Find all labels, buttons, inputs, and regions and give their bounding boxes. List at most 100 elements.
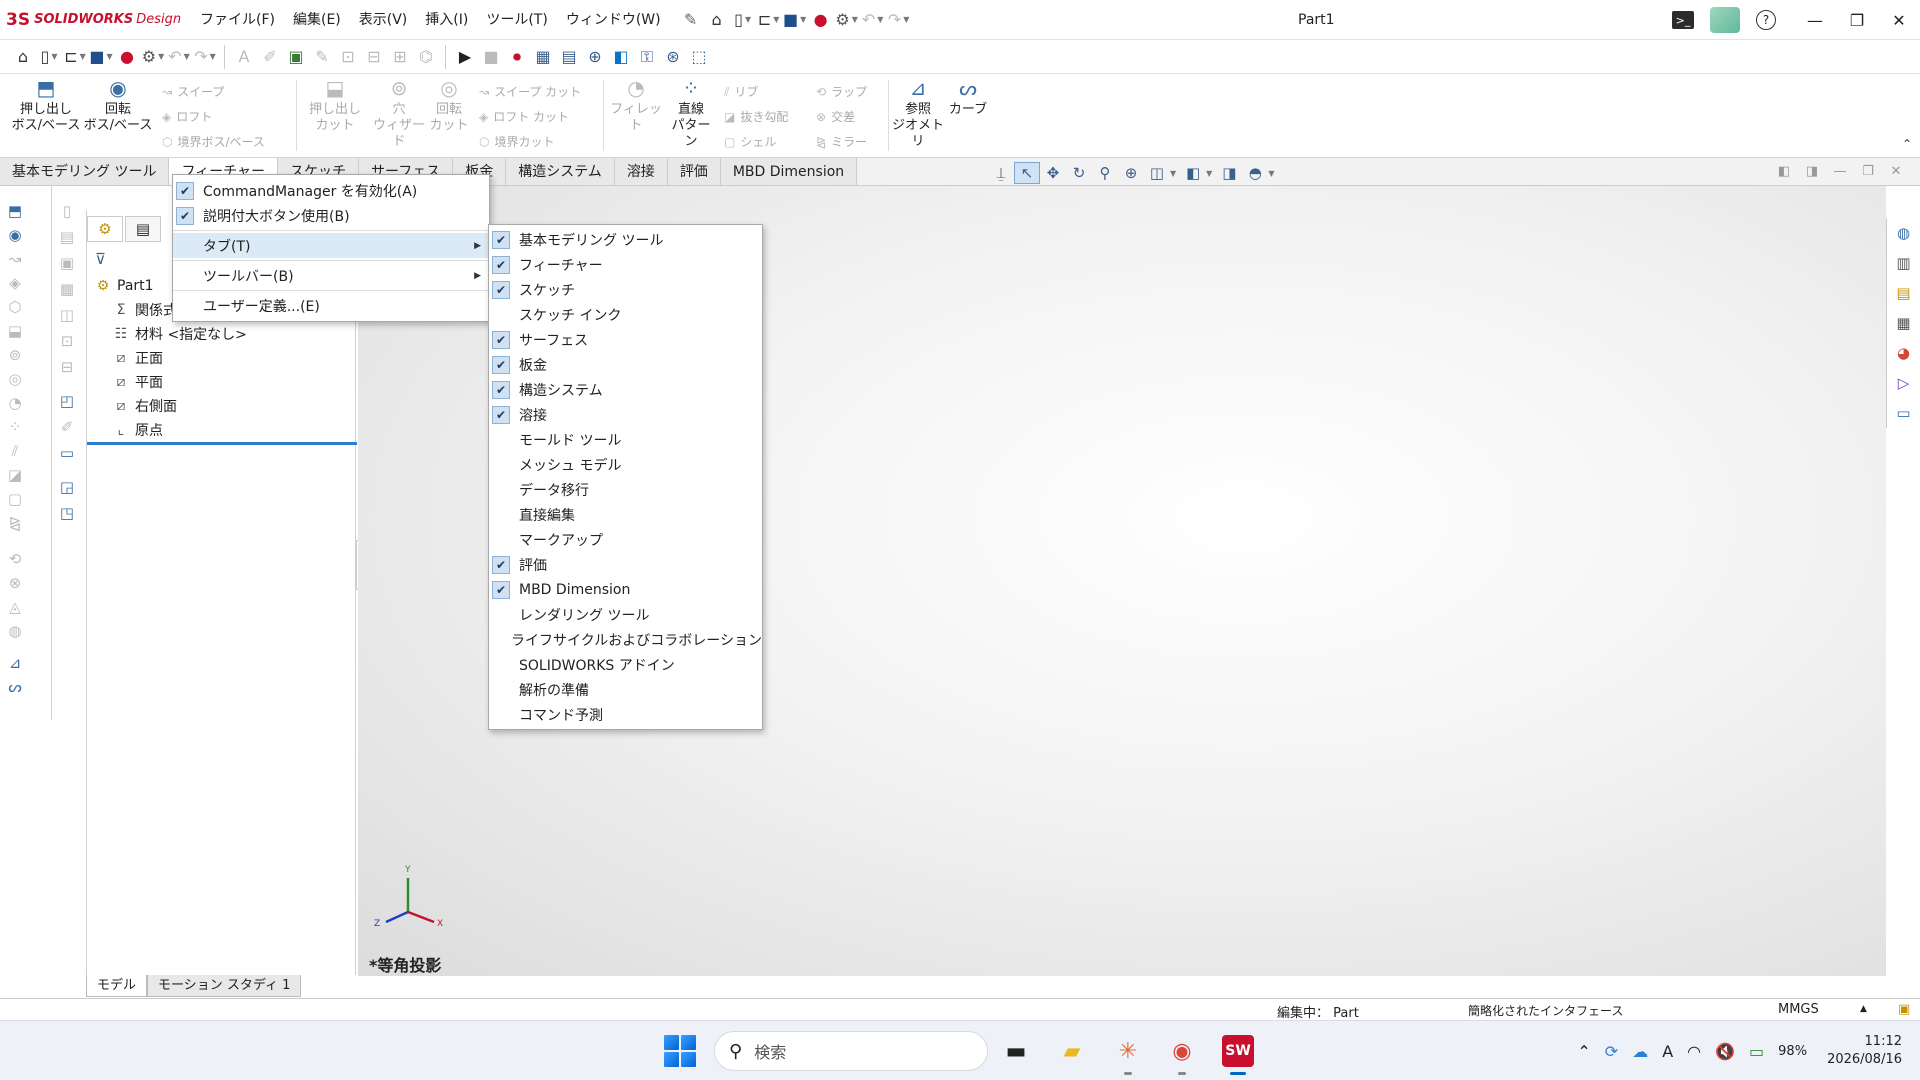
- fillet-icon[interactable]: ◔: [4, 392, 26, 414]
- save-icon[interactable]: ■ ▼: [88, 44, 114, 70]
- revolve-cut-icon[interactable]: ◎: [4, 368, 26, 390]
- mirror-button[interactable]: ⧎ ミラー: [816, 130, 886, 155]
- sketch-tool-icon[interactable]: ✐: [56, 416, 78, 438]
- sketch-tool-icon[interactable]: ⊡: [56, 330, 78, 352]
- cloud-icon[interactable]: ☁: [1632, 1042, 1648, 1061]
- task-view-icon[interactable]: ▬: [996, 1031, 1036, 1071]
- macro-icon[interactable]: ▤: [556, 44, 582, 70]
- home-icon[interactable]: ⌂: [10, 44, 36, 70]
- split-icon[interactable]: ◬: [4, 596, 26, 618]
- component-icon[interactable]: ◳: [56, 502, 78, 524]
- doc-restore-icon[interactable]: ❐: [1854, 164, 1882, 179]
- dropdown-caret-icon[interactable]: ▼: [1206, 169, 1212, 178]
- menu-item-toolbars[interactable]: ツールバー(B) ▶: [173, 263, 489, 288]
- forum-icon[interactable]: ▭: [1889, 398, 1919, 428]
- appearances-icon[interactable]: ◕: [1889, 338, 1919, 368]
- menu-view[interactable]: 表示(V): [350, 0, 417, 40]
- tab-weldments[interactable]: 溶接: [614, 158, 668, 185]
- shell-icon[interactable]: ▢: [4, 488, 26, 510]
- appearance-icon[interactable]: ◓: [1242, 162, 1268, 184]
- tab-toggle-analysis-preparation[interactable]: 解析の準備: [489, 677, 762, 702]
- rotate-icon[interactable]: ↻: [1066, 162, 1092, 184]
- tab-basic-modeling[interactable]: 基本モデリング ツール: [0, 158, 170, 185]
- user-avatar[interactable]: [1710, 7, 1740, 33]
- filter-icon[interactable]: ⊽: [95, 250, 106, 268]
- rebuild-icon[interactable]: ▣: [1898, 1002, 1910, 1017]
- curves-icon[interactable]: ᔕ: [4, 676, 26, 698]
- section-view-icon[interactable]: ◨: [1216, 162, 1242, 184]
- ime-icon[interactable]: A: [1662, 1042, 1673, 1061]
- shell-button[interactable]: ▢ シェル: [724, 130, 808, 155]
- revolve-boss-button[interactable]: ◉ 回転 ボス/ベース: [82, 74, 154, 157]
- wrap-button[interactable]: ⟲ ラップ: [816, 80, 886, 105]
- solidworks-resources-icon[interactable]: ◍: [1889, 218, 1919, 248]
- tab-toggle-surfaces[interactable]: ✔ サーフェス: [489, 327, 762, 352]
- sketch-tool-icon[interactable]: ⊞: [387, 44, 413, 70]
- sketch-tool-icon[interactable]: ⊡: [335, 44, 361, 70]
- tab-toggle-weldments[interactable]: ✔ 溶接: [489, 402, 762, 427]
- sketch-tool-icon[interactable]: ⌬: [413, 44, 439, 70]
- save-icon[interactable]: ■ ▼: [782, 7, 808, 33]
- zoom-to-area-icon[interactable]: ⊕: [1118, 162, 1144, 184]
- solidworks-logo[interactable]: 3S SOLIDWORKS Design: [6, 10, 181, 30]
- sketch-tool-icon[interactable]: ⊟: [361, 44, 387, 70]
- sweep-cut-button[interactable]: ↝ スイープ カット: [479, 80, 601, 105]
- options-gear-icon[interactable]: ⚙ ▼: [834, 7, 860, 33]
- display-style-icon[interactable]: ◧: [1180, 162, 1206, 184]
- tab-toggle-sheet-metal[interactable]: ✔ 板金: [489, 352, 762, 377]
- intersect-icon[interactable]: ⊗: [4, 572, 26, 594]
- loft-icon[interactable]: ◈: [4, 272, 26, 294]
- pin-icon[interactable]: ✎: [678, 7, 704, 33]
- draft-button[interactable]: ◪ 抜き勾配: [724, 105, 808, 130]
- tree-item-top-plane[interactable]: ⧄ 平面: [87, 370, 357, 394]
- minimize-button[interactable]: —: [1794, 11, 1836, 30]
- sketch-tool-icon[interactable]: ✎: [309, 44, 335, 70]
- tab-toggle-features[interactable]: ✔ フィーチャー: [489, 252, 762, 277]
- tab-toggle-solidworks-addins[interactable]: SOLIDWORKS アドイン: [489, 652, 762, 677]
- macro-button-icon[interactable]: ◧: [608, 44, 634, 70]
- customize-icon[interactable]: ⚿: [634, 44, 660, 70]
- record-icon[interactable]: ⏺: [504, 44, 530, 70]
- reference-geometry-icon[interactable]: ⊿: [4, 652, 26, 674]
- tree-item-origin[interactable]: ⌞ 原点: [87, 418, 357, 442]
- display-icon[interactable]: ▭: [56, 442, 78, 464]
- open-folder-icon[interactable]: ⊏ ▼: [756, 7, 782, 33]
- sketch-tool-icon[interactable]: ▤: [56, 226, 78, 248]
- extrude-cut-icon[interactable]: ⬓: [4, 320, 26, 342]
- file-explorer-app-icon[interactable]: ▰: [1052, 1031, 1092, 1071]
- home-icon[interactable]: ⌂: [704, 7, 730, 33]
- macro-new-icon[interactable]: ⊕: [582, 44, 608, 70]
- close-button[interactable]: ✕: [1878, 11, 1920, 30]
- restore-button[interactable]: ❐: [1836, 11, 1878, 30]
- hole-wizard-button[interactable]: ⊚ 穴 ウィザード: [371, 74, 427, 157]
- view-palette-icon[interactable]: ▦: [1889, 308, 1919, 338]
- new-document-icon[interactable]: ▯ ▼: [36, 44, 62, 70]
- combine-icon[interactable]: ◍: [4, 620, 26, 642]
- sketch-text-icon[interactable]: A: [231, 44, 257, 70]
- extrude-cut-button[interactable]: ⬓ 押し出し カット: [299, 74, 371, 157]
- open-folder-icon[interactable]: ⊏ ▼: [62, 44, 88, 70]
- redo-icon[interactable]: ↷ ▼: [886, 7, 912, 33]
- tree-item-front-plane[interactable]: ⧄ 正面: [87, 346, 357, 370]
- tree-item-right-plane[interactable]: ⧄ 右側面: [87, 394, 357, 418]
- tab-toggle-direct-editing[interactable]: 直接編集: [489, 502, 762, 527]
- show-hidden-icons-icon[interactable]: ⌃: [1577, 1042, 1590, 1061]
- sweep-button[interactable]: ↝ スイープ: [162, 80, 294, 105]
- units-status[interactable]: MMGS: [1778, 1002, 1819, 1017]
- tab-toggle-mold-tools[interactable]: モールド ツール: [489, 427, 762, 452]
- addin-icon[interactable]: ⊛: [660, 44, 686, 70]
- clock[interactable]: 11:12 2026/08/16: [1827, 1033, 1902, 1069]
- solidworks-app-icon[interactable]: SW: [1218, 1031, 1258, 1075]
- extrude-boss-button[interactable]: ⬒ 押し出し ボス/ベース: [10, 74, 82, 157]
- extrude-boss-icon[interactable]: ⬒: [4, 200, 26, 222]
- intersect-button[interactable]: ⊗ 交差: [816, 105, 886, 130]
- chrome-app-icon[interactable]: ◉: [1162, 1031, 1202, 1075]
- claude-app-icon[interactable]: ✳: [1108, 1031, 1148, 1075]
- image-icon[interactable]: ▣: [283, 44, 309, 70]
- selection-filter-icon[interactable]: ⬚: [686, 44, 712, 70]
- boundary-icon[interactable]: ⬡: [4, 296, 26, 318]
- boundary-cut-button[interactable]: ⬡ 境界カット: [479, 130, 601, 155]
- menu-edit[interactable]: 編集(E): [284, 0, 350, 40]
- menu-tools[interactable]: ツール(T): [477, 0, 556, 40]
- zoom-icon[interactable]: ⚲: [1092, 162, 1118, 184]
